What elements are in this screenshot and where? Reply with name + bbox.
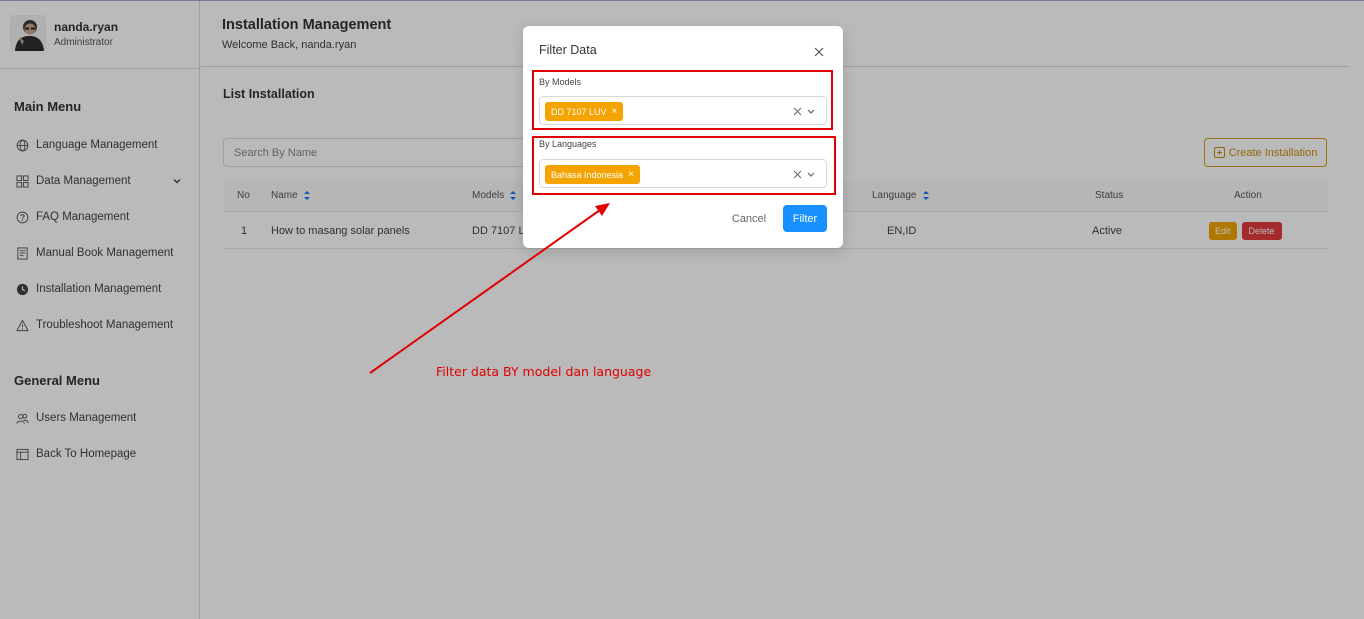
annotation-arrow bbox=[369, 203, 610, 374]
annotation-text: Filter data BY model dan language bbox=[436, 364, 652, 379]
